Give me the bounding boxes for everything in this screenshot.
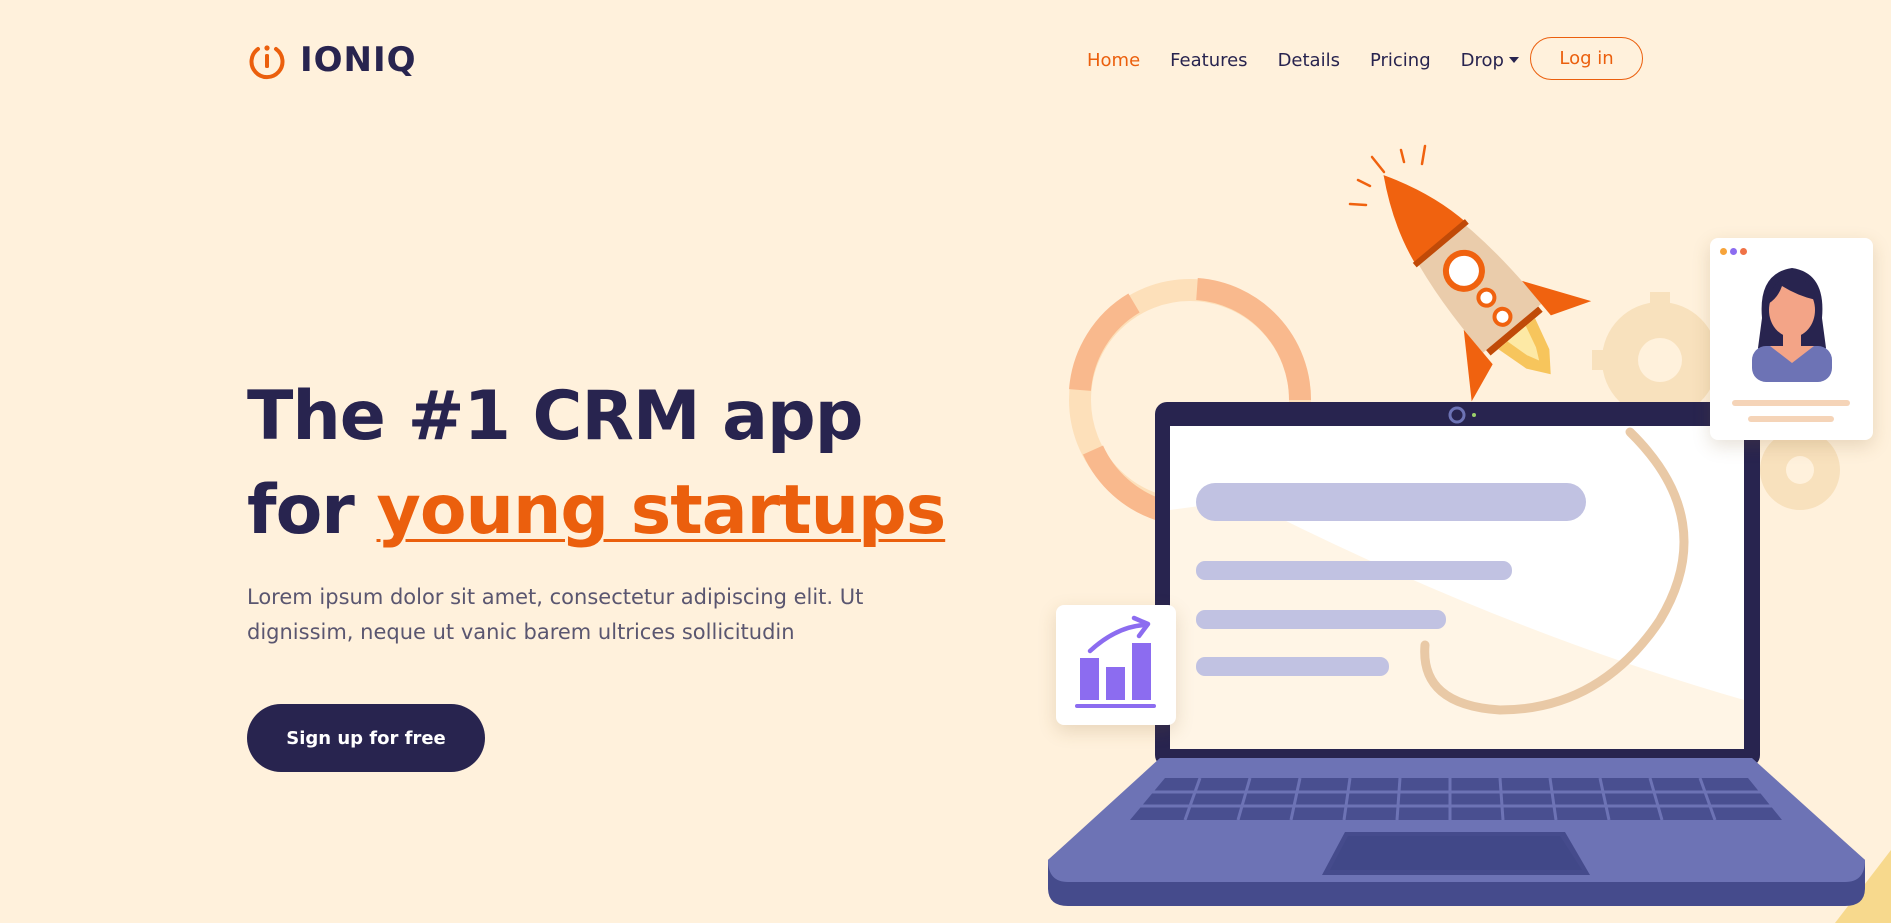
rocket-trail bbox=[1420, 427, 1689, 715]
signup-button[interactable]: Sign up for free bbox=[247, 704, 485, 772]
stats-card bbox=[1056, 605, 1176, 725]
nav-drop[interactable]: Drop bbox=[1461, 50, 1519, 71]
power-icon bbox=[249, 45, 285, 80]
rocket-icon bbox=[1383, 175, 1592, 402]
hero-title-prefix: for bbox=[247, 471, 377, 550]
window-dots bbox=[1720, 248, 1750, 255]
nav-home[interactable]: Home bbox=[1087, 50, 1140, 71]
brand-logo[interactable]: IONIQ bbox=[247, 38, 417, 82]
hero-title-line1: The #1 CRM app bbox=[247, 377, 863, 456]
nav-details[interactable]: Details bbox=[1278, 50, 1340, 71]
nav-pricing[interactable]: Pricing bbox=[1370, 50, 1431, 71]
hero-title-highlight: young startups bbox=[376, 471, 947, 550]
main-nav: Home Features Details Pricing Drop bbox=[1087, 38, 1549, 82]
dot-orange bbox=[1740, 248, 1747, 255]
caret-down-icon bbox=[1508, 57, 1519, 63]
nav-drop-label: Drop bbox=[1460, 49, 1504, 71]
hero-title: The #1 CRM app for young startups bbox=[247, 370, 947, 558]
hero-subtitle: Lorem ipsum dolor sit amet, consectetur … bbox=[247, 585, 864, 644]
user-avatar-icon bbox=[1732, 268, 1850, 422]
corner-blob bbox=[1835, 850, 1891, 923]
donut-ring-icon bbox=[1069, 278, 1312, 521]
brand-name: IONIQ bbox=[300, 40, 417, 80]
nav-features[interactable]: Features bbox=[1170, 50, 1247, 71]
landing-page: IONIQ Home Features Details Pricing Drop… bbox=[0, 0, 1891, 923]
profile-card bbox=[1710, 238, 1873, 440]
bar-chart-icon bbox=[1075, 615, 1156, 708]
spark-lines bbox=[1348, 144, 1427, 207]
login-button[interactable]: Log in bbox=[1530, 37, 1643, 80]
dot-purple bbox=[1730, 248, 1737, 255]
dot-yellow bbox=[1720, 248, 1727, 255]
